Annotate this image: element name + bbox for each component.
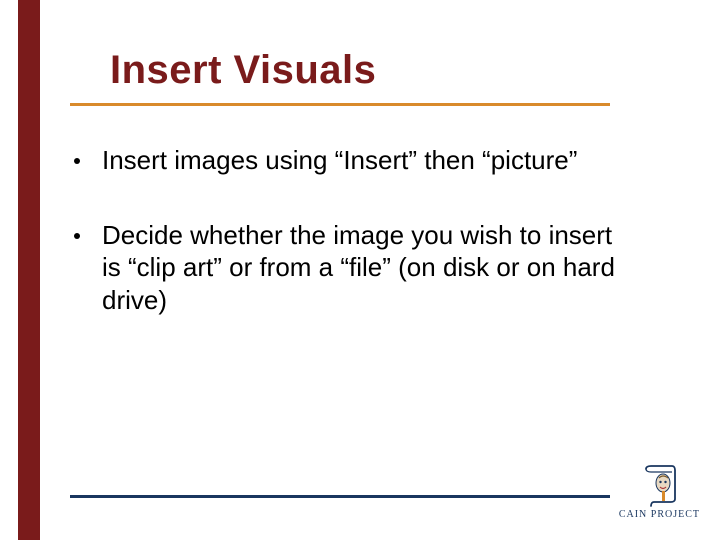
title-underline [70, 103, 610, 106]
logo-text: CAIN PROJECT [619, 509, 700, 520]
bullet-icon [74, 158, 80, 164]
bullet-list: Insert images using “Insert” then “pictu… [70, 144, 630, 316]
logo-mark-icon [642, 465, 676, 507]
list-item: Decide whether the image you wish to ins… [70, 219, 630, 317]
bullet-icon [74, 233, 80, 239]
left-vertical-band [18, 0, 40, 540]
bullet-text: Decide whether the image you wish to ins… [102, 219, 630, 317]
bullet-text: Insert images using “Insert” then “pictu… [102, 144, 577, 177]
slide-content: Insert Visuals Insert images using “Inse… [60, 0, 700, 540]
list-item: Insert images using “Insert” then “pictu… [70, 144, 630, 177]
slide-title: Insert Visuals [110, 48, 700, 93]
bottom-underline [70, 495, 610, 498]
cain-project-logo: CAIN PROJECT [619, 465, 700, 520]
